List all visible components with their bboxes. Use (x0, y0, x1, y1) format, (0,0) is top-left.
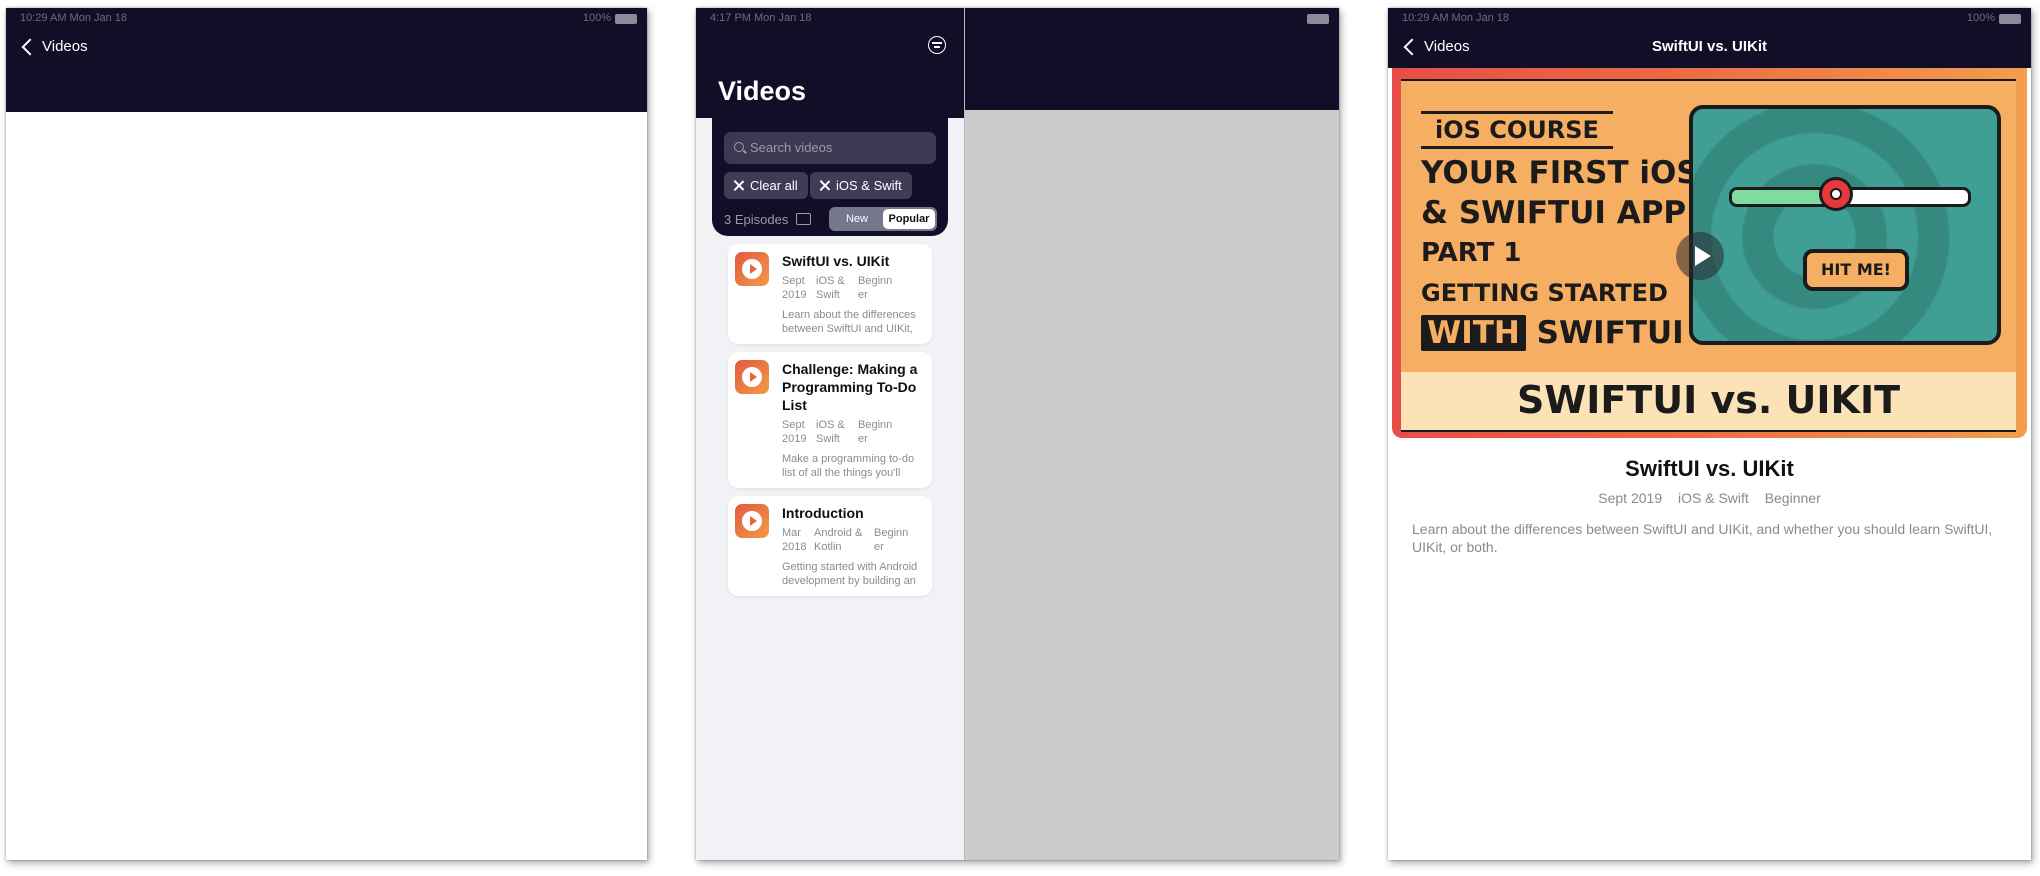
master-header: 4:17 PM Mon Jan 18 Videos (696, 8, 964, 118)
artwork-device-screen: HIT ME! (1689, 105, 2001, 345)
device-middle: 4:17 PM Mon Jan 18 Videos Search videos … (696, 8, 1339, 860)
nav-bar (965, 8, 1339, 110)
episodes-count: 3 Episodes (724, 212, 789, 227)
segment-popular[interactable]: Popular (883, 209, 935, 229)
chip-clear-all[interactable]: Clear all (724, 172, 808, 199)
status-bar: 4:17 PM Mon Jan 18 (696, 8, 964, 32)
search-input[interactable]: Search videos (724, 132, 936, 164)
battery-icon (1999, 14, 2021, 24)
card-description: Make a programming to-do list of all the… (782, 453, 915, 479)
card-platform: iOS & Swift (816, 419, 845, 445)
download-icon[interactable] (796, 213, 811, 225)
card-platform: iOS & Swift (816, 275, 845, 301)
list-item[interactable]: Introduction Mar 2018 Android & Kotlin B… (728, 496, 932, 596)
nav-bar: 10:29 AM Mon Jan 18 100% Videos (6, 8, 647, 112)
video-title: SwiftUI vs. UIKit (1625, 456, 1794, 481)
artwork-slider-fill (1732, 190, 1832, 204)
segment-new[interactable]: New (831, 209, 883, 229)
close-icon (733, 180, 744, 191)
nav-title: SwiftUI vs. UIKit (1651, 38, 1767, 55)
artwork-line: SWIFTUI (1536, 315, 1684, 351)
card-title: Introduction (782, 505, 864, 521)
close-icon (819, 180, 830, 191)
back-button[interactable]: Videos (1402, 38, 1470, 55)
chip-label: iOS & Swift (836, 178, 902, 193)
artwork-line: WITH (1421, 315, 1526, 351)
play-icon (735, 504, 769, 538)
video-meta: Sept 2019 iOS & Swift Beginner (1388, 490, 2031, 506)
back-label: Videos (1424, 38, 1470, 55)
play-icon[interactable] (1676, 232, 1724, 280)
card-date: Mar 2018 (782, 527, 807, 553)
status-bar: 10:29 AM Mon Jan 18 100% (1388, 8, 2031, 32)
filter-icon[interactable] (928, 36, 946, 54)
status-bar: 10:29 AM Mon Jan 18 100% (6, 8, 647, 32)
master-pane: 4:17 PM Mon Jan 18 Videos Search videos … (696, 8, 964, 860)
status-time: 10:29 AM Mon Jan 18 (20, 12, 128, 24)
artwork-line: YOUR FIRST iOS (1421, 155, 1699, 191)
card-description: Learn about the differences between Swif… (782, 309, 916, 335)
card-date: Sept 2019 (782, 275, 807, 301)
artwork-line: iOS COURSE (1421, 111, 1613, 149)
chevron-left-icon (21, 38, 39, 55)
list-item[interactable]: Challenge: Making a Programming To-Do Li… (728, 352, 932, 488)
play-icon (735, 252, 769, 286)
detail-pane-empty (965, 8, 1339, 860)
artwork-text: iOS COURSE YOUR FIRST iOS & SWIFTUI APP … (1421, 111, 1699, 353)
list-item[interactable]: SwiftUI vs. UIKit Sept 2019 iOS & Swift … (728, 244, 932, 344)
battery-icon (615, 14, 637, 24)
chevron-left-icon (1403, 38, 1421, 55)
video-artwork[interactable]: iOS COURSE YOUR FIRST iOS & SWIFTUI APP … (1392, 68, 2027, 438)
status-time: 4:17 PM Mon Jan 18 (710, 12, 812, 24)
artwork-hit-button: HIT ME! (1803, 249, 1909, 291)
video-level: Beginner (1764, 490, 1821, 506)
card-platform: Android & Kotlin (814, 527, 863, 553)
video-date: Sept 2019 (1598, 490, 1663, 506)
device-left: 10:29 AM Mon Jan 18 100% Videos (6, 8, 647, 860)
play-icon (735, 360, 769, 394)
status-battery: 100% (1966, 12, 1995, 24)
card-title: SwiftUI vs. UIKit (782, 253, 890, 269)
device-right: 10:29 AM Mon Jan 18 100% SwiftUI vs. UIK… (1388, 8, 2031, 860)
back-button[interactable]: Videos (20, 38, 88, 55)
search-placeholder: Search videos (750, 140, 833, 155)
card-title: Challenge: Making a Programming To-Do Li… (782, 361, 918, 413)
card-level: Beginner (858, 275, 893, 301)
sort-segmented-control[interactable]: New Popular (829, 207, 937, 231)
chip-label: Clear all (750, 178, 798, 193)
status-time: 10:29 AM Mon Jan 18 (1402, 12, 1510, 24)
artwork-slider-knob (1819, 177, 1853, 211)
artwork-band-text: SWIFTUI vs. UIKIT (1516, 378, 1901, 422)
card-date: Sept 2019 (782, 419, 807, 445)
battery-icon (1307, 14, 1329, 24)
card-description: Getting started with Android development… (782, 561, 918, 587)
artwork-line: GETTING STARTED (1421, 279, 1668, 307)
back-label: Videos (42, 38, 88, 55)
search-icon (734, 142, 744, 152)
status-battery: 100% (582, 12, 611, 24)
chip-ios-swift[interactable]: iOS & Swift (810, 172, 912, 199)
artwork-line: & SWIFTUI APP (1421, 195, 1687, 231)
nav-bar: 10:29 AM Mon Jan 18 100% SwiftUI vs. UIK… (1388, 8, 2031, 68)
artwork-line: PART 1 (1421, 238, 1522, 268)
video-platform: iOS & Swift (1678, 490, 1749, 506)
page-title: Videos (718, 76, 807, 106)
card-level: Beginner (874, 527, 909, 553)
card-level: Beginner (858, 419, 893, 445)
video-description: Learn about the differences between Swif… (1412, 521, 1993, 555)
